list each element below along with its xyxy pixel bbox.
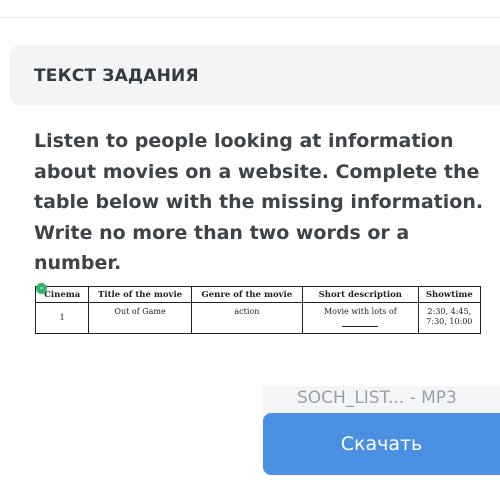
cell-description: Movie with lots of: [301, 302, 419, 334]
task-instructions: Listen to people looking at information …: [34, 126, 484, 279]
cell-showtime: 2:30, 4:45, 7:30, 10:00: [417, 302, 482, 334]
col-header-description: Short description: [301, 286, 419, 303]
download-button[interactable]: Скачать: [263, 413, 500, 475]
task-line: Listen to people looking at information: [34, 130, 454, 152]
table-row: 1 Out of Game action Movie with lots of …: [34, 302, 482, 334]
task-line: number.: [34, 252, 122, 274]
answer-blank: [342, 317, 379, 327]
edit-marker-icon: –: [36, 283, 47, 294]
file-name-label: SOCH_LIST... - MP3: [297, 388, 457, 408]
worksheet-table-image: Cinema Title of the movie Genre of the m…: [34, 286, 482, 334]
col-header-genre: Genre of the movie: [190, 286, 303, 303]
cell-genre: action: [190, 302, 303, 334]
worksheet-table: Cinema Title of the movie Genre of the m…: [34, 286, 482, 334]
task-line: Write no more than two words or a: [34, 221, 410, 244]
task-line: about movies on a website. Complete the: [34, 160, 480, 183]
task-header-title: ТЕКСТ ЗАДАНИЯ: [34, 66, 199, 86]
top-divider: [0, 17, 500, 18]
task-line: table below with the missing information…: [34, 191, 484, 213]
cell-title: Out of Game: [88, 302, 192, 334]
cell-cinema: 1: [34, 302, 90, 334]
cell-description-text: Movie with lots of: [323, 307, 397, 316]
download-button-label: Скачать: [340, 433, 423, 455]
col-header-showtime: Showtime: [417, 286, 482, 303]
col-header-title: Title of the movie: [88, 286, 192, 303]
